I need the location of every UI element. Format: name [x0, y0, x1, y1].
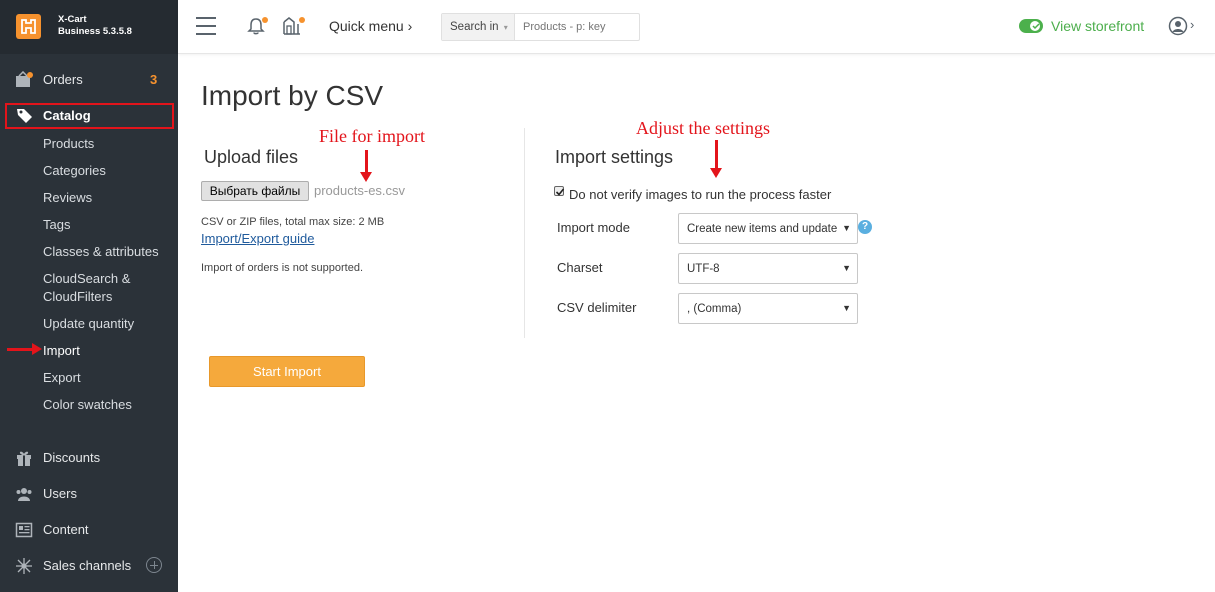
sidebar-item-label: Users: [43, 486, 77, 501]
column-divider: [524, 128, 525, 338]
sidebar-item-orders[interactable]: Orders 3: [0, 67, 178, 93]
view-storefront-link[interactable]: View storefront: [1051, 18, 1144, 34]
top-bar: Quick menu › Search in ▾ View storefront…: [178, 0, 1215, 54]
sidebar-item-discounts[interactable]: Discounts: [0, 445, 178, 471]
search-in-dropdown[interactable]: Search in ▾: [442, 14, 515, 40]
selected-file-name: products-es.csv: [314, 183, 406, 198]
sidebar-item-label: Catalog: [43, 108, 91, 123]
check-icon: [1032, 23, 1040, 30]
csv-delimiter-select[interactable]: , (Comma) ▼: [678, 293, 858, 324]
sidebar-subitem-update-quantity[interactable]: Update quantity: [43, 315, 134, 333]
search-input[interactable]: [516, 14, 639, 40]
annotation-arrow-down: [710, 140, 722, 178]
xcart-logo-icon[interactable]: [16, 14, 41, 39]
orders-count-badge: 3: [150, 72, 158, 87]
chevron-down-icon: ▼: [842, 263, 851, 273]
chevron-down-icon: ▾: [503, 23, 508, 32]
import-mode-value: Create new items and update: [687, 223, 838, 235]
annotation-adjust-settings: Adjust the settings: [636, 118, 770, 138]
charset-label: Charset: [557, 260, 603, 275]
sidebar-subitem-reviews[interactable]: Reviews: [43, 189, 92, 207]
network-icon: [16, 558, 32, 574]
annotation-arrow-down: [360, 150, 372, 182]
orders-icon: [16, 71, 33, 87]
upload-size-note: CSV or ZIP files, total max size: 2 MB: [201, 216, 385, 228]
start-import-button[interactable]: Start Import: [209, 356, 365, 387]
search-box: Search in ▾: [441, 13, 640, 41]
choose-files-button[interactable]: Выбрать файлы: [201, 181, 309, 201]
tag-icon: [17, 109, 32, 123]
upload-files-heading: Upload files: [204, 147, 299, 167]
sidebar-subitem-import[interactable]: Import: [43, 342, 80, 360]
sidebar-item-content[interactable]: Content: [0, 517, 178, 543]
verify-images-label: Do not verify images to run the process …: [569, 187, 832, 202]
brand-name: X-Cart Business 5.3.5.8: [58, 14, 132, 38]
notification-dot: [262, 17, 268, 23]
sidebar-subitem-cloudsearch[interactable]: CloudSearch &: [43, 270, 130, 288]
import-mode-label: Import mode: [557, 220, 630, 235]
sidebar-item-users[interactable]: Users: [0, 481, 178, 507]
user-menu-chevron-icon[interactable]: ›: [1190, 17, 1194, 32]
brand-line1: X-Cart: [58, 14, 87, 25]
charset-select[interactable]: UTF-8 ▼: [678, 253, 858, 284]
import-mode-select[interactable]: Create new items and update ▼: [678, 213, 858, 244]
user-avatar-icon[interactable]: [1168, 16, 1188, 36]
sidebar-item-label: Sales channels: [43, 558, 132, 573]
brand-version: Business 5.3.5.8: [58, 26, 132, 37]
check-icon: [555, 188, 565, 196]
sidebar-subitem-classes-attributes[interactable]: Classes & attributes: [43, 243, 159, 261]
sidebar-subitem-categories[interactable]: Categories: [43, 162, 106, 180]
sidebar-subitem-tags[interactable]: Tags: [43, 216, 70, 234]
sidebar-subitem-export[interactable]: Export: [43, 369, 81, 387]
search-in-label: Search in: [450, 21, 499, 33]
chevron-down-icon: ▼: [842, 303, 851, 313]
sidebar-item-label: Discounts: [43, 450, 101, 465]
csv-delimiter-label: CSV delimiter: [557, 300, 637, 315]
verify-images-checkbox[interactable]: [554, 186, 565, 196]
content-icon: [15, 522, 33, 538]
sidebar-item-catalog[interactable]: Catalog: [0, 103, 178, 129]
charset-value: UTF-8: [687, 263, 720, 275]
annotation-arrow-right: [7, 343, 42, 355]
page-title: Import by CSV: [201, 80, 384, 111]
sidebar-subitem-products[interactable]: Products: [43, 135, 94, 153]
add-channel-plus-icon[interactable]: [146, 557, 162, 573]
import-settings-heading: Import settings: [555, 147, 674, 167]
help-icon[interactable]: ?: [858, 220, 872, 234]
sidebar-item-label: Orders: [43, 72, 83, 87]
quick-menu-button[interactable]: Quick menu ›: [329, 18, 412, 34]
brand-area: X-Cart Business 5.3.5.8: [0, 0, 178, 54]
chevron-down-icon: ▼: [842, 223, 851, 233]
gift-icon: [17, 451, 31, 466]
sidebar: X-Cart Business 5.3.5.8 Orders 3 Catalog…: [0, 0, 178, 592]
sidebar-subitem-cloudfilters[interactable]: CloudFilters: [43, 288, 112, 306]
sidebar-subitem-color-swatches[interactable]: Color swatches: [43, 396, 132, 414]
import-export-guide-link[interactable]: Import/Export guide: [201, 231, 314, 246]
csv-delimiter-value: , (Comma): [687, 303, 742, 315]
users-icon: [16, 488, 32, 501]
storefront-toggle[interactable]: [1019, 19, 1043, 33]
notification-dot: [299, 17, 305, 23]
sidebar-item-label: Content: [43, 522, 89, 537]
hamburger-menu-icon[interactable]: [196, 17, 216, 35]
annotation-file-for-import: File for import: [319, 126, 425, 146]
orders-not-supported-note: Import of orders is not supported.: [201, 262, 364, 274]
